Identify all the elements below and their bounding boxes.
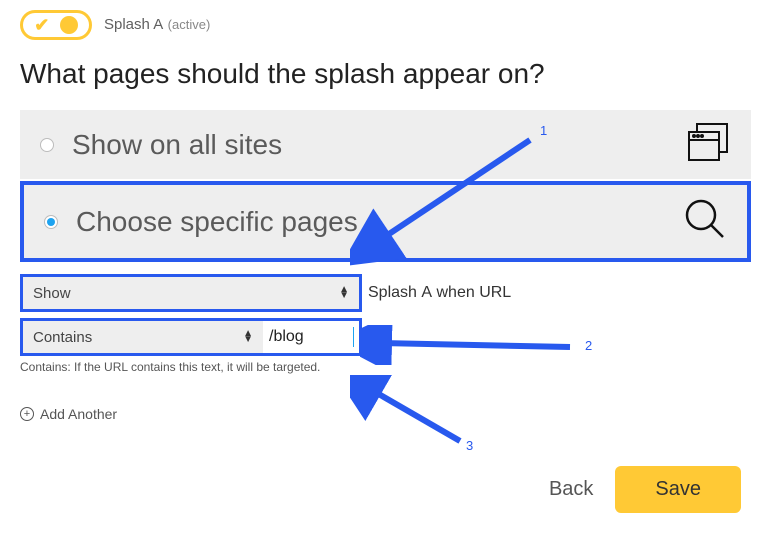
- rule-action-select[interactable]: Show ▲▼: [23, 277, 359, 309]
- splash-status-text: (active): [168, 17, 211, 32]
- pages-icon: [687, 122, 731, 167]
- url-input-wrap: [263, 321, 359, 353]
- rule-area: Show ▲▼ Splash A when URL Contains ▲▼ Co…: [20, 274, 751, 422]
- splash-name: Splash A (active): [104, 16, 210, 34]
- radio-icon[interactable]: [40, 138, 54, 152]
- help-body: If the URL contains this text, it will b…: [71, 360, 321, 374]
- rule-mid-prefix: Splash: [368, 284, 421, 301]
- save-button[interactable]: Save: [615, 466, 741, 513]
- annotation-num-1: 1: [540, 123, 547, 138]
- plus-circle-icon: +: [20, 407, 34, 421]
- check-icon: ✔: [34, 15, 49, 36]
- rule-match-select[interactable]: Contains ▲▼: [23, 321, 263, 353]
- select-value: Show: [33, 285, 71, 302]
- add-another-button[interactable]: + Add Another: [20, 406, 751, 422]
- chevron-updown-icon: ▲▼: [243, 331, 253, 343]
- annotation-num-2: 2: [585, 338, 592, 353]
- chevron-updown-icon: ▲▼: [339, 287, 349, 299]
- page-title: What pages should the splash appear on?: [20, 58, 751, 90]
- url-input[interactable]: [263, 328, 359, 346]
- option-specific-pages[interactable]: Choose specific pages: [20, 181, 751, 262]
- rule-match-row: Contains ▲▼: [20, 318, 362, 356]
- header-bar: ✔ Splash A (active): [20, 10, 751, 40]
- magnifier-icon: [683, 197, 727, 246]
- annotation-num-3: 3: [466, 438, 473, 453]
- option-label: Choose specific pages: [76, 206, 683, 238]
- rule-help-text: Contains: If the URL contains this text,…: [20, 360, 751, 374]
- dot-icon: [60, 16, 78, 34]
- back-button[interactable]: Back: [549, 478, 593, 501]
- add-another-label: Add Another: [40, 406, 117, 422]
- footer-buttons: Back Save: [549, 466, 741, 513]
- rule-mid-bold: A: [421, 284, 432, 301]
- splash-name-text: Splash A: [104, 16, 163, 33]
- rule-mid-text: Splash A when URL: [368, 284, 511, 302]
- splash-toggle-badge[interactable]: ✔: [20, 10, 92, 40]
- option-all-sites[interactable]: Show on all sites: [20, 110, 751, 179]
- select-value: Contains: [33, 329, 92, 346]
- option-label: Show on all sites: [72, 129, 687, 161]
- rule-mid-suffix: when URL: [432, 284, 511, 301]
- text-cursor-icon: [353, 327, 354, 347]
- help-bold: Contains:: [20, 360, 71, 374]
- rule-action-select-wrap: Show ▲▼: [20, 274, 362, 312]
- radio-icon[interactable]: [44, 215, 58, 229]
